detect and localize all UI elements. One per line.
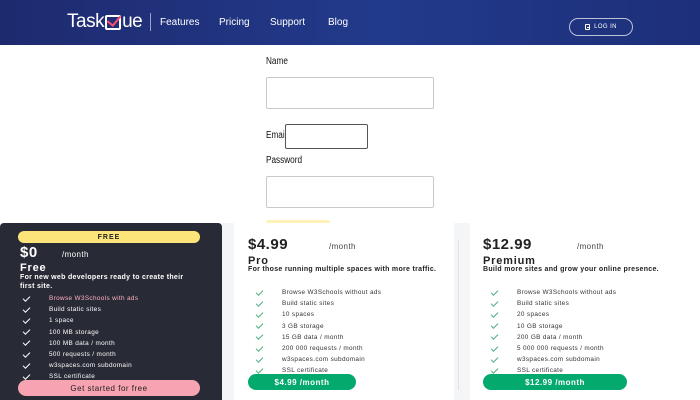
card-divider [458,240,459,390]
check-icon [255,287,264,296]
check-icon [255,354,264,363]
feature-list-free: Browse W3Schools with ads Build static s… [22,293,138,383]
check-icon [22,372,31,380]
feature-item: Build static sites [255,298,381,309]
checkbox-logo-icon [105,14,122,30]
feature-item: 500 requests / month [22,349,138,360]
feature-item: 100 MB storage [22,327,138,338]
plan-desc-premium: Build more sites and grow your online pr… [483,266,659,273]
logo-text-prefix: Task [67,11,105,32]
check-icon [22,327,31,336]
check-icon [490,298,499,307]
plan-per-free: /month [62,250,89,259]
password-input[interactable] [266,176,434,208]
check-icon [22,360,31,369]
login-label: LOG IN [594,24,617,30]
login-icon [585,24,591,30]
check-icon [490,366,499,374]
feature-item: Browse W3Schools without ads [255,287,381,298]
feature-item: 10 GB storage [490,321,616,332]
plan-price-premium: $12.99 [483,236,532,253]
email-input[interactable] [285,124,368,149]
plan-card-premium: $12.99 /month Premium Build more sites a… [470,223,700,400]
feature-item: 100 MB data / month [22,338,138,349]
check-icon [255,321,264,330]
feature-item: 3 GB storage [255,321,381,332]
check-icon [255,366,264,374]
feature-item: w3spaces.com subdomain [255,354,381,365]
plan-card-pro: $4.99 /month Pro For those running multi… [234,223,454,400]
nav-link-features[interactable]: Features [160,17,199,28]
feature-list-pro: Browse W3Schools without ads Build stati… [255,287,381,377]
get-started-free-button[interactable]: Get started for free [18,380,200,396]
check-icon [22,316,31,324]
check-icon [255,298,264,307]
feature-list-premium: Browse W3Schools without ads Build stati… [490,287,616,377]
feature-item: Build static sites [490,298,616,309]
nav-link-support[interactable]: Support [270,17,305,28]
feature-item: 15 GB data / month [255,332,381,343]
check-icon [490,310,499,318]
check-icon [490,354,499,363]
plan-price-free: $0 [20,244,38,261]
name-label: Name [266,56,288,67]
logo-text-suffix: ue [122,11,143,32]
email-label: Email [266,130,287,141]
plan-price-pro: $4.99 [248,236,289,253]
premium-buy-button[interactable]: $12.99 /month [483,374,627,390]
logo-divider [150,13,151,31]
check-icon [22,304,31,313]
feature-item: 200 GB data / month [490,332,616,343]
feature-item: 10 spaces [255,309,381,320]
nav-link-pricing[interactable]: Pricing [219,17,250,28]
check-icon [490,287,499,296]
plan-card-free: FREE $0 /month Free For new web develope… [0,223,222,400]
password-label: Password [266,155,303,166]
check-icon [490,321,499,330]
check-icon [255,343,264,352]
check-icon [22,293,31,302]
top-navbar: Task ue Features Pricing Support Blog LO… [0,0,700,45]
feature-item: 200 000 requests / month [255,343,381,354]
feature-item: w3spaces.com subdomain [490,354,616,365]
pro-buy-button[interactable]: $4.99 /month [248,374,356,390]
check-icon [22,338,31,347]
plan-desc-pro: For those running multiple spaces with m… [248,266,437,273]
plan-name-free: Free [20,262,47,274]
plan-per-premium: /month [577,242,604,251]
logo[interactable]: Task ue [67,11,143,33]
nav-link-blog[interactable]: Blog [328,17,348,28]
feature-item: w3spaces.com subdomain [22,360,138,371]
check-icon [255,332,264,341]
plan-per-pro: /month [329,242,356,251]
login-button[interactable]: LOG IN [569,18,633,36]
feature-item: 20 spaces [490,309,616,320]
free-badge: FREE [18,231,200,243]
feature-item: Build static sites [22,304,138,315]
check-icon [22,349,31,358]
feature-item: Browse W3Schools with ads [22,293,138,304]
check-icon [490,332,499,341]
plan-desc-free: For new web developers ready to create t… [20,274,184,290]
name-input[interactable] [266,77,434,109]
feature-item: 1 space [22,315,138,326]
check-icon [490,343,499,352]
feature-item: 5 000 000 requests / month [490,343,616,354]
feature-item: Browse W3Schools without ads [490,287,616,298]
check-icon [255,310,264,318]
